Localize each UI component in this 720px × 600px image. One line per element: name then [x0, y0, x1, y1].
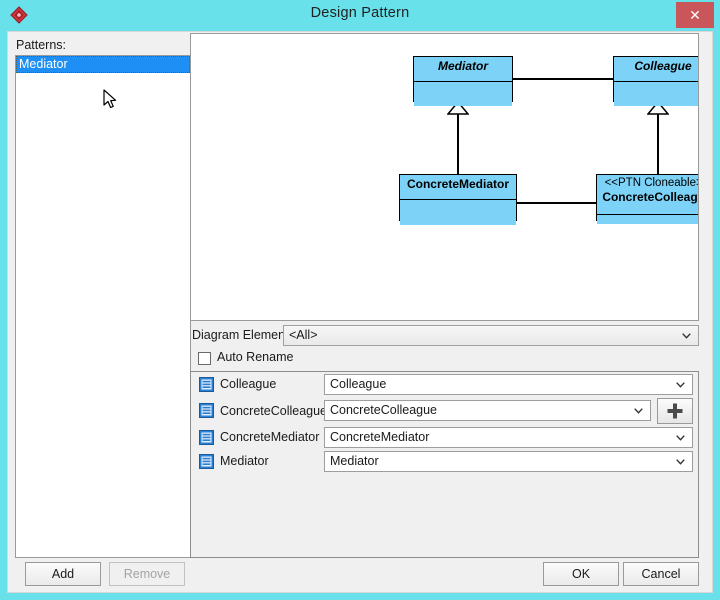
table-row-value: ConcreteMediator: [330, 429, 430, 444]
association-concretemediator-concretecolleague: [517, 202, 596, 204]
uml-class-mediator[interactable]: Mediator: [413, 56, 513, 106]
table-row-name: ConcreteMediator: [220, 430, 320, 444]
class-icon: [199, 453, 214, 469]
remove-button: Remove: [109, 562, 185, 586]
uml-class-concretecolleague[interactable]: <<PTN Cloneable>> ConcreteColleague: [596, 174, 699, 224]
chevron-down-icon: [676, 381, 685, 388]
class-icon: [199, 376, 214, 392]
uml-class-colleague[interactable]: Colleague: [613, 56, 698, 106]
patterns-listbox[interactable]: Mediator: [15, 55, 191, 558]
table-row-name: Colleague: [220, 377, 277, 391]
uml-class-mediator-body: [414, 82, 512, 106]
dialog-client-area: Patterns: Mediator Mediator Colleague Co…: [7, 31, 713, 593]
diagram-element-row: Diagram Element <All>: [190, 325, 699, 346]
design-pattern-dialog: Design Pattern ✕ Patterns: Mediator Medi…: [0, 0, 720, 600]
add-button[interactable]: Add: [25, 562, 101, 586]
list-item[interactable]: Mediator: [16, 56, 190, 73]
uml-class-concretecolleague-name: ConcreteColleague: [602, 190, 698, 205]
uml-class-concretecolleague-head: <<PTN Cloneable>> ConcreteColleague: [597, 175, 699, 215]
close-icon[interactable]: ✕: [676, 2, 714, 28]
table-row-value: Colleague: [330, 376, 387, 391]
diagram-panel: Mediator Colleague ConcreteMediator <<PT: [190, 32, 707, 558]
uml-diagram-canvas[interactable]: Mediator Colleague ConcreteMediator <<PT: [190, 33, 699, 321]
chevron-down-icon: [634, 408, 643, 414]
class-icon: [199, 429, 214, 445]
diagram-element-value: <All>: [289, 328, 318, 342]
chevron-down-icon: [676, 458, 685, 465]
uml-class-concretecolleague-stereotype: <<PTN Cloneable>>: [604, 177, 699, 189]
table-row-value: ConcreteColleague: [330, 403, 438, 417]
table-row-name: ConcreteColleague: [220, 403, 328, 418]
diagram-element-select[interactable]: <All>: [283, 325, 699, 346]
generalization-concretecolleague-stem: [657, 113, 659, 174]
table-row[interactable]: Colleague Colleague: [191, 372, 698, 396]
table-row-value: Mediator: [330, 453, 379, 468]
table-row-select[interactable]: ConcreteMediator: [324, 426, 693, 448]
uml-class-concretemediator-body: [400, 200, 516, 225]
uml-class-concretecolleague-body: [597, 215, 698, 224]
add-element-button[interactable]: [657, 398, 693, 424]
uml-class-colleague-name: Colleague: [614, 57, 698, 82]
generalization-concretemediator-stem: [457, 113, 459, 174]
chevron-down-icon: [676, 434, 685, 441]
title-bar: Design Pattern ✕: [0, 0, 720, 31]
plus-icon: [667, 403, 683, 419]
auto-rename-label: Auto Rename: [217, 350, 294, 364]
ok-button[interactable]: OK: [543, 562, 619, 586]
page-title: Design Pattern: [310, 5, 410, 21]
table-row[interactable]: ConcreteMediator ConcreteMediator: [191, 425, 698, 449]
elements-table: Colleague Colleague ConcreteColleague Co…: [190, 371, 699, 558]
cancel-button[interactable]: Cancel: [623, 562, 699, 586]
uml-class-colleague-body: [614, 82, 698, 106]
class-icon: [199, 403, 214, 418]
table-row-name: Mediator: [220, 454, 269, 468]
uml-class-concretemediator-name: ConcreteMediator: [400, 175, 516, 200]
uml-class-concretemediator[interactable]: ConcreteMediator: [399, 174, 517, 225]
diagram-element-label: Diagram Element: [192, 328, 289, 342]
uml-class-mediator-name: Mediator: [414, 57, 512, 82]
table-row-select[interactable]: Colleague: [324, 373, 693, 395]
chevron-down-icon: [682, 333, 691, 339]
table-row-select[interactable]: Mediator: [324, 450, 693, 472]
patterns-label: Patterns:: [16, 38, 67, 52]
table-row[interactable]: ConcreteColleague ConcreteColleague: [191, 396, 698, 425]
table-row[interactable]: Mediator Mediator: [191, 449, 698, 473]
auto-rename-box[interactable]: [198, 352, 211, 365]
table-row-select[interactable]: ConcreteColleague: [324, 400, 651, 421]
association-mediator-colleague: [513, 78, 613, 80]
